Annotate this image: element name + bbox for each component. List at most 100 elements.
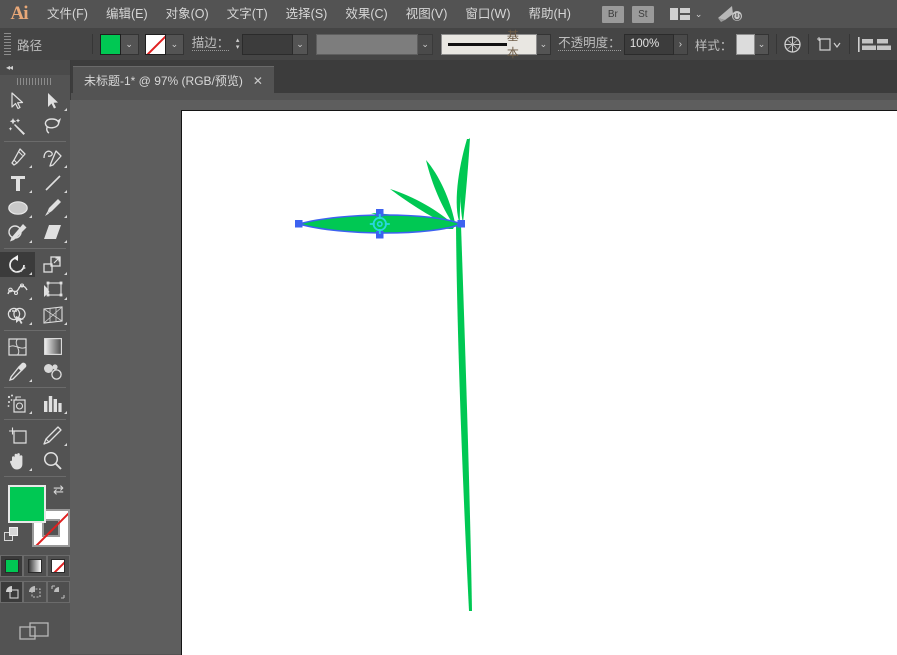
default-fill-stroke-icon[interactable]	[4, 527, 20, 543]
menu-object[interactable]: 对象(O)	[157, 0, 218, 28]
shape-builder-tool[interactable]	[0, 302, 35, 327]
transform-icon[interactable]	[816, 33, 842, 55]
magic-wand-tool[interactable]	[0, 113, 35, 138]
change-screen-mode-icon	[19, 621, 51, 643]
color-mode-solid[interactable]	[0, 555, 24, 577]
stepper-up-icon[interactable]: ▴	[236, 37, 240, 44]
collapse-panel-button[interactable]: ◂◂	[0, 60, 70, 75]
transparency-icon[interactable]	[784, 33, 801, 55]
fill-dropdown-button[interactable]: ⌄	[120, 33, 139, 55]
free-transform-tool[interactable]	[35, 277, 70, 302]
menu-edit[interactable]: 编辑(E)	[97, 0, 157, 28]
menu-effect[interactable]: 效果(C)	[336, 0, 396, 28]
menu-file[interactable]: 文件(F)	[38, 0, 97, 28]
brush-name-label: 基本	[506, 29, 519, 60]
symbol-sprayer-tool[interactable]	[0, 391, 35, 416]
document-tab[interactable]: 未标题-1* @ 97% (RGB/预览) ✕	[73, 66, 274, 94]
width-profile-field[interactable]	[315, 33, 419, 55]
tool-flyout-indicator	[29, 322, 32, 325]
direct-selection-tool[interactable]	[35, 88, 70, 113]
bamboo-leaves-drawing[interactable]	[182, 111, 897, 655]
divider	[808, 34, 810, 54]
menu-type[interactable]: 文字(T)	[218, 0, 277, 28]
curvature-tool[interactable]	[35, 145, 70, 170]
selection-tool[interactable]	[0, 88, 35, 113]
color-mode-none[interactable]	[46, 555, 70, 577]
bridge-button[interactable]: Br	[601, 5, 624, 23]
pen-tool[interactable]	[0, 145, 35, 170]
swap-fill-stroke-icon[interactable]: ⇄	[53, 483, 64, 496]
change-screen-mode-button[interactable]	[0, 621, 70, 643]
brush-dropdown-button[interactable]: ⌄	[536, 33, 552, 55]
align-left-icon[interactable]	[857, 33, 877, 55]
opacity-label[interactable]: 不透明度：	[558, 37, 621, 51]
stock-button[interactable]: St	[631, 5, 654, 23]
chevron-down-icon: ⌄	[694, 8, 703, 19]
stepper-down-icon[interactable]: ▾	[236, 44, 240, 51]
width-profile-dropdown-button[interactable]: ⌄	[418, 33, 433, 55]
tool-flyout-indicator	[29, 411, 32, 414]
tool-flyout-indicator	[29, 468, 32, 471]
selection-context-label: 路径	[17, 38, 43, 53]
draw-inside[interactable]	[46, 581, 70, 603]
canvas-area[interactable]	[70, 100, 897, 655]
menu-help[interactable]: 帮助(H)	[520, 0, 580, 28]
brush-definition-field[interactable]: 基本	[440, 29, 537, 60]
hand-tool[interactable]	[0, 448, 35, 473]
tool-flyout-indicator	[64, 297, 67, 300]
fill-color-swatch[interactable]	[8, 485, 46, 523]
stroke-weight-input[interactable]	[241, 33, 294, 55]
ellipse-tool[interactable]	[0, 195, 35, 220]
tool-flyout-indicator	[64, 108, 67, 111]
stroke-weight-stepper[interactable]: ▴ ▾	[233, 34, 242, 55]
rocket-button[interactable]	[716, 5, 744, 23]
fill-color-control[interactable]: ⌄	[99, 33, 139, 55]
drawing-mode-buttons	[0, 581, 70, 603]
align-center-icon[interactable]	[876, 33, 897, 55]
opacity-input[interactable]: 100%	[623, 33, 675, 55]
stroke-color-control[interactable]: ⌄	[144, 33, 184, 55]
scale-tool[interactable]	[35, 252, 70, 277]
stroke-dropdown-button[interactable]: ⌄	[165, 33, 184, 55]
slice-tool[interactable]	[35, 423, 70, 448]
gradient-tool[interactable]	[35, 334, 70, 359]
fill-swatch[interactable]	[99, 33, 121, 55]
stroke-weight-dropdown-button[interactable]: ⌄	[293, 33, 308, 55]
rotate-tool[interactable]	[0, 252, 35, 277]
blend-tool[interactable]	[35, 359, 70, 384]
column-graph-tool[interactable]	[35, 391, 70, 416]
tool-flyout-indicator	[64, 272, 67, 275]
draw-normal[interactable]	[0, 581, 24, 603]
menu-window[interactable]: 窗口(W)	[456, 0, 519, 28]
stroke-swatch-none[interactable]	[144, 33, 166, 55]
close-icon[interactable]: ✕	[253, 75, 263, 87]
artboard[interactable]	[181, 110, 897, 655]
lasso-tool[interactable]	[35, 113, 70, 138]
brush-stroke-preview-icon	[447, 42, 507, 46]
color-mode-gradient[interactable]	[23, 555, 47, 577]
arrange-documents-button[interactable]: ⌄	[669, 7, 703, 21]
mesh-tool[interactable]	[0, 334, 35, 359]
document-tab-bar: 未标题-1* @ 97% (RGB/预览) ✕	[70, 60, 897, 100]
graphic-style-swatch[interactable]	[735, 33, 755, 55]
opacity-options-button[interactable]: ›	[674, 33, 688, 55]
eyedropper-tool[interactable]	[0, 359, 35, 384]
artboard-tool[interactable]	[0, 423, 35, 448]
width-tool[interactable]	[0, 277, 35, 302]
stroke-weight-label[interactable]: 描边：	[191, 37, 230, 51]
line-segment-tool[interactable]	[35, 170, 70, 195]
tool-flyout-indicator	[29, 272, 32, 275]
menu-view[interactable]: 视图(V)	[397, 0, 457, 28]
type-tool[interactable]	[0, 170, 35, 195]
menu-select[interactable]: 选择(S)	[277, 0, 337, 28]
zoom-tool[interactable]	[35, 448, 70, 473]
draw-behind[interactable]	[23, 581, 47, 603]
tools-panel-grip[interactable]	[0, 75, 70, 88]
paintbrush-tool[interactable]	[35, 195, 70, 220]
style-dropdown-button[interactable]: ⌄	[754, 33, 770, 55]
shaper-tool[interactable]	[0, 220, 35, 245]
control-bar-grip[interactable]	[4, 33, 12, 55]
eraser-tool[interactable]	[35, 220, 70, 245]
tools-panel: ◂◂ ⇄	[0, 60, 71, 654]
perspective-grid-tool[interactable]	[35, 302, 70, 327]
